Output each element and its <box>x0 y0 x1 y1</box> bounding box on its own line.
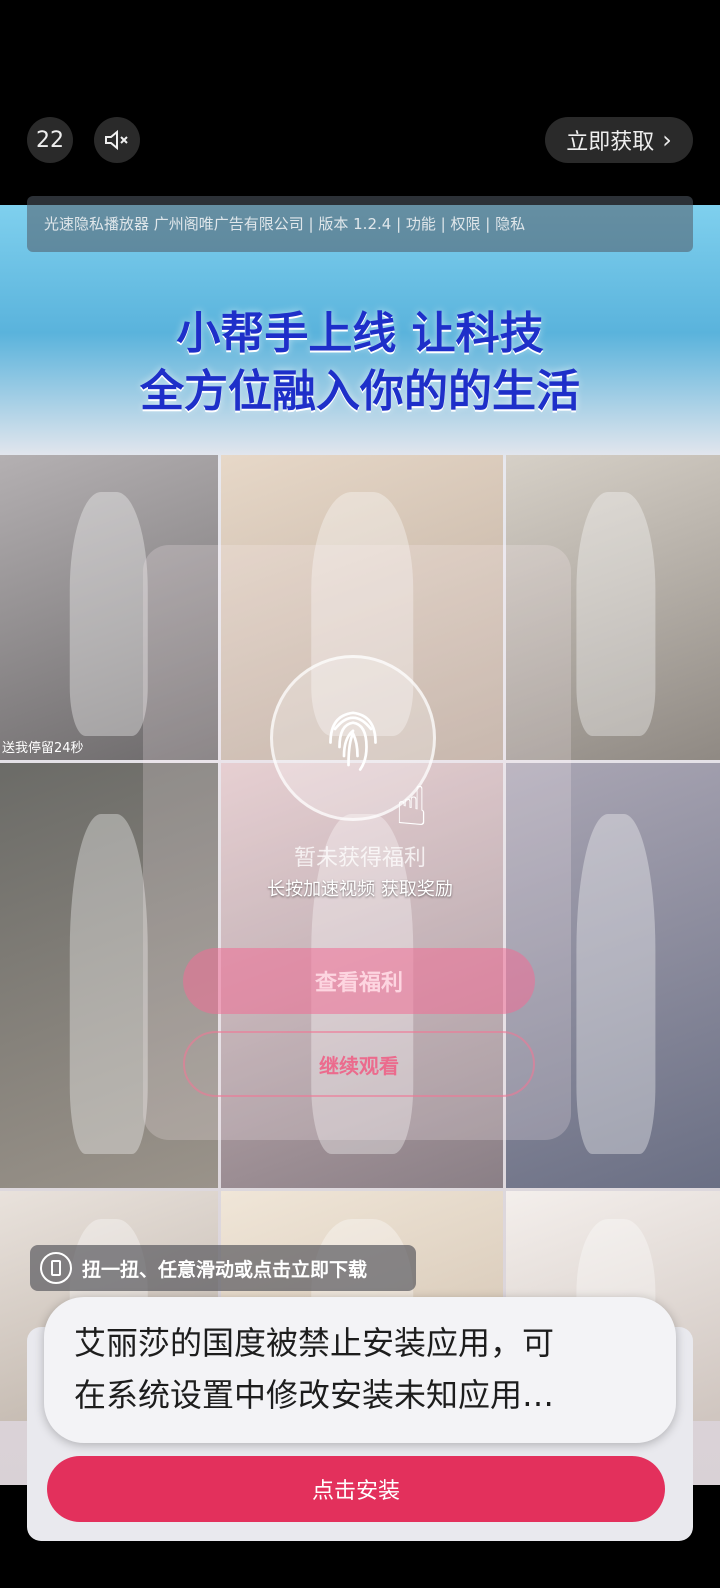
pointing-hand-icon: ☝ <box>395 775 428 838</box>
reward-status: 暂未获得福利 <box>293 846 426 871</box>
video-caption: 送我停留24秒 <box>2 741 84 756</box>
fingerprint-icon <box>329 711 377 771</box>
video-figure <box>576 491 656 736</box>
app-info-bar[interactable]: 光速隐私播放器 广州阁唯广告有限公司 | 版本 1.2.4 | 功能 | 权限 … <box>27 196 693 252</box>
chevron-right-icon: › <box>662 126 672 154</box>
install-blocked-toast: 艾丽莎的国度被禁止安装应用，可 在系统设置中修改安装未知应用… <box>44 1297 676 1443</box>
toast-line-2: 在系统设置中修改安装未知应用… <box>74 1376 555 1414</box>
headline-line-2: 全方位融入你的的生活 <box>140 366 580 417</box>
long-press-hint: 长按加速视频 获取奖励 <box>267 879 453 900</box>
continue-watching-button[interactable]: 继续观看 <box>183 1031 535 1097</box>
get-now-label: 立即获取 <box>566 130 655 155</box>
install-button[interactable]: 点击安装 <box>47 1456 665 1522</box>
get-now-button[interactable]: 立即获取 › <box>545 117 693 163</box>
shake-download-tip[interactable]: 扭一扭、任意滑动或点击立即下载 <box>30 1245 416 1291</box>
headline-line-1: 小帮手上线 让科技 <box>176 308 544 359</box>
speaker-muted-icon <box>105 129 128 151</box>
shake-tip-text: 扭一扭、任意滑动或点击立即下载 <box>82 1258 368 1281</box>
ad-headline: 小帮手上线 让科技 全方位融入你的的生活 <box>0 305 720 421</box>
toast-line-1: 艾丽莎的国度被禁止安装应用，可 <box>74 1324 555 1362</box>
video-figure <box>69 491 149 736</box>
phone-shake-icon <box>40 1252 72 1284</box>
countdown-badge: 22 <box>27 117 73 163</box>
view-benefit-button[interactable]: 查看福利 <box>183 948 535 1014</box>
mute-button[interactable] <box>94 117 140 163</box>
